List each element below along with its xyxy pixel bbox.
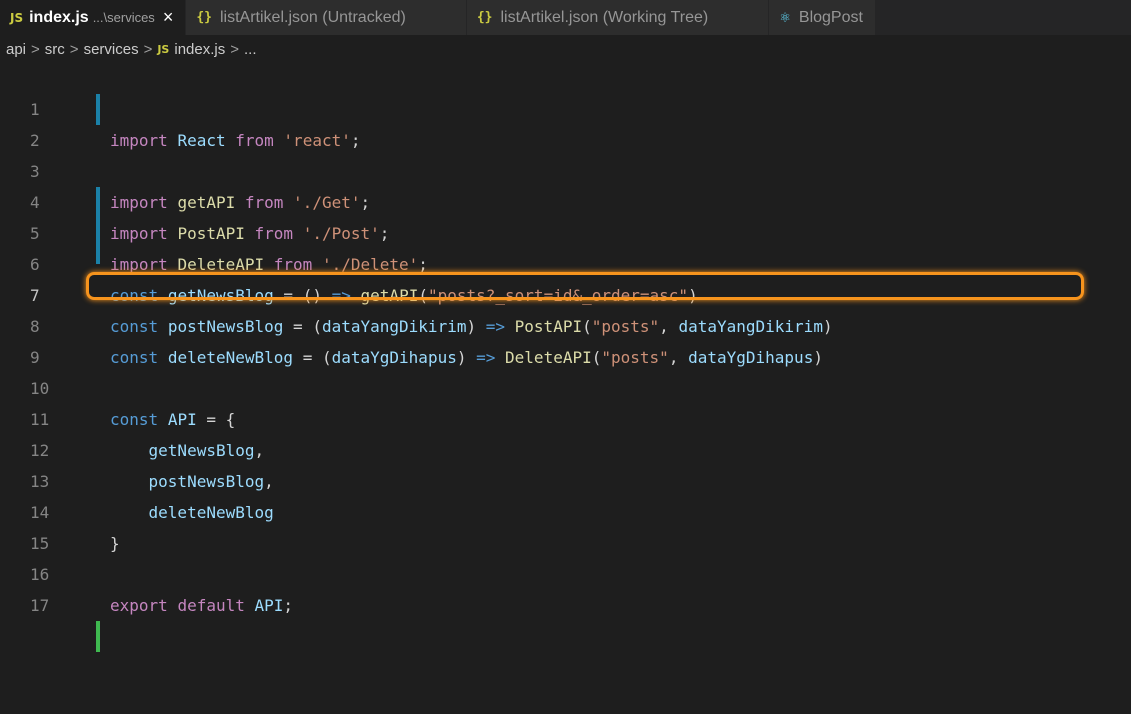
breadcrumb: api > src > services > JS index.js > ... xyxy=(0,35,1131,63)
breadcrumb-separator: > xyxy=(230,40,239,58)
line-number: 17 xyxy=(30,596,50,615)
breadcrumb-separator: > xyxy=(31,40,40,58)
editor-tab-bar: JS index.js ...\services × {} listArtike… xyxy=(0,0,1131,35)
tab-label: index.js xyxy=(29,8,89,26)
code-line[interactable]: 9 xyxy=(0,311,1131,367)
tab-label: listArtikel.json (Untracked) xyxy=(219,8,406,26)
json-file-icon: {} xyxy=(196,10,212,25)
close-icon[interactable]: × xyxy=(163,7,174,28)
code-line[interactable]: 1 import React from 'react'; xyxy=(0,63,1131,150)
code-line[interactable]: 4 import DeleteAPI from './Delete'; xyxy=(0,156,1131,274)
js-file-icon: JS xyxy=(157,42,170,56)
code-line[interactable]: 13 deleteNewBlog xyxy=(0,435,1131,522)
breadcrumb-item-src[interactable]: src xyxy=(45,41,65,58)
code-line[interactable]: 12 postNewsBlog, xyxy=(0,404,1131,491)
breadcrumb-item-api[interactable]: api xyxy=(6,41,26,58)
code-line[interactable]: 11 getNewsBlog, xyxy=(0,373,1131,460)
code-line[interactable]: 6 const getNewsBlog = () => getAPI("post… xyxy=(0,218,1131,305)
js-file-icon: JS xyxy=(10,10,24,25)
code-line[interactable]: 17 xyxy=(0,559,1131,652)
tab-label: BlogPost xyxy=(798,8,863,26)
tab-index-js[interactable]: JS index.js ...\services × xyxy=(0,0,187,35)
tab-listartikel-working-tree[interactable]: {} listArtikel.json (Working Tree) xyxy=(466,0,770,35)
code-line[interactable]: 10 const API = { xyxy=(0,342,1131,429)
code-line[interactable]: 14 } xyxy=(0,466,1131,553)
code-line[interactable]: 5 xyxy=(0,187,1131,264)
tab-label: listArtikel.json (Working Tree) xyxy=(500,8,709,26)
tab-description: ...\services xyxy=(92,10,155,25)
code-line[interactable]: 2 import getAPI from './Get'; xyxy=(0,94,1131,212)
breadcrumb-separator: > xyxy=(69,40,79,58)
code-line[interactable]: 3 import PostAPI from './Post'; xyxy=(0,125,1131,243)
react-file-icon: ⚛ xyxy=(779,9,791,25)
code-line[interactable]: 15 xyxy=(0,497,1131,553)
tab-blogpost[interactable]: ⚛ BlogPost xyxy=(769,0,876,35)
breadcrumb-item-symbol[interactable]: ... xyxy=(244,41,257,58)
tab-listartikel-untracked[interactable]: {} listArtikel.json (Untracked) xyxy=(186,0,467,35)
code-line[interactable]: 16 export default API; xyxy=(0,528,1131,615)
added-gutter-marker xyxy=(96,621,100,652)
code-text[interactable]: export default API; xyxy=(110,590,293,621)
breadcrumb-item-services[interactable]: services xyxy=(84,41,139,58)
breadcrumb-separator: > xyxy=(143,40,153,58)
code-editor[interactable]: 1 import React from 'react'; 2 import ge… xyxy=(0,63,1131,652)
breadcrumb-item-file[interactable]: index.js xyxy=(174,41,225,58)
modified-gutter-marker xyxy=(96,94,100,125)
line-highlight-annotation xyxy=(86,272,1084,300)
json-file-icon: {} xyxy=(476,10,493,25)
